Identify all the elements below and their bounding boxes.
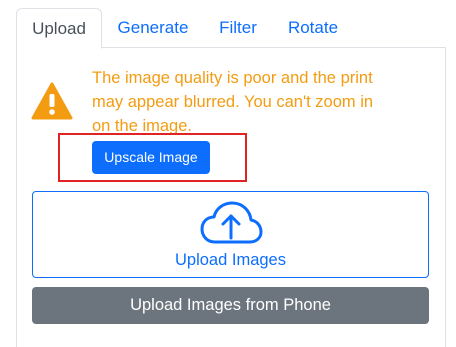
upload-from-phone-button[interactable]: Upload Images from Phone [32, 287, 429, 324]
tab-upload[interactable]: Upload [16, 8, 102, 49]
tab-filter[interactable]: Filter [208, 8, 268, 49]
tab-rotate[interactable]: Rotate [278, 8, 348, 49]
cloud-upload-icon [200, 201, 263, 244]
upload-images-label: Upload Images [175, 251, 286, 269]
tab-bar: Upload Generate Filter Rotate [16, 8, 446, 49]
upload-images-dropzone[interactable]: Upload Images [32, 191, 429, 278]
image-quality-warning: The image quality is poor and the print … [92, 69, 374, 135]
tab-generate[interactable]: Generate [108, 8, 198, 49]
upscale-image-button[interactable]: Upscale Image [92, 141, 210, 174]
warning-triangle-icon [31, 82, 73, 120]
